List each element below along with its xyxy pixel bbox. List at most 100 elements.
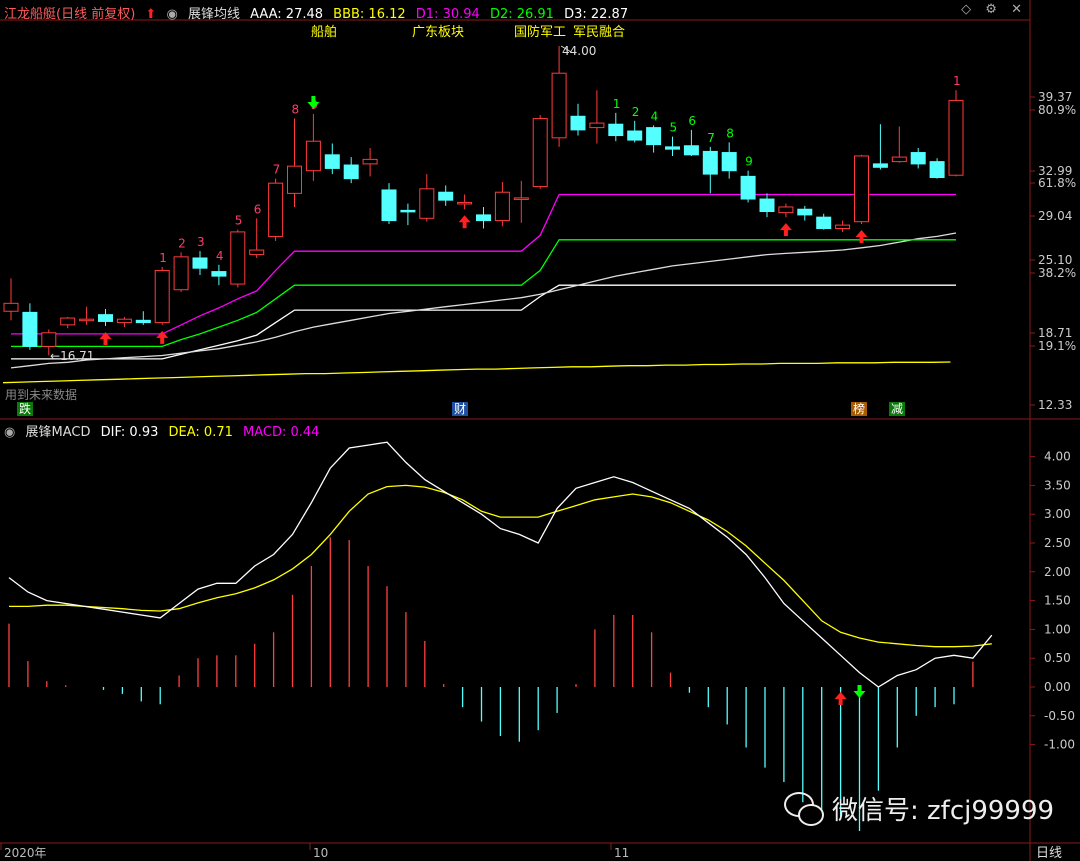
sector-label-guangdong[interactable]: 广东板块: [410, 26, 466, 40]
candle-body: [740, 175, 756, 200]
candle-body: [778, 206, 794, 214]
macd-tick-label: -1.00: [1044, 738, 1075, 752]
sequence-number: 4: [216, 249, 224, 263]
badge-jian[interactable]: 减: [889, 402, 906, 416]
candle-body: [835, 224, 851, 230]
candle-body: [627, 130, 643, 141]
period-label: 日线: [1036, 846, 1062, 861]
close-icon[interactable]: ✕: [1011, 2, 1022, 17]
candle-body: [702, 150, 718, 175]
sequence-number: 8: [726, 126, 734, 140]
price-tick-label: 29.04: [1038, 209, 1072, 223]
sequence-number: 7: [273, 163, 281, 177]
sequence-number: 2: [632, 105, 640, 119]
sequence-number: 1: [159, 251, 167, 265]
candle-body: [665, 146, 680, 150]
sequence-number: 8: [292, 103, 300, 117]
candle-body: [551, 72, 567, 139]
macd-tick-label: 2.50: [1044, 536, 1071, 550]
sequence-number: 3: [197, 235, 205, 249]
diamond-icon[interactable]: ◇: [961, 2, 971, 17]
watermark-text: 微信号: zfcj99999: [832, 796, 1055, 826]
sector-label-civil-military[interactable]: 军民融合: [571, 26, 627, 40]
sequence-number: 1: [953, 74, 961, 88]
macd-tick-label: 3.50: [1044, 478, 1071, 492]
candle-body: [948, 99, 964, 176]
candle-body: [494, 191, 510, 222]
param-bbb: BBB: 16.12: [333, 7, 406, 22]
candle-body: [646, 127, 662, 146]
sequence-number: 6: [254, 202, 262, 216]
candle-body: [532, 118, 548, 188]
candle-body: [324, 154, 340, 169]
sector-label-defense[interactable]: 国防军工: [512, 26, 568, 40]
sequence-number: 1: [613, 97, 621, 111]
candle-body: [154, 269, 170, 324]
badge-die[interactable]: 跌: [17, 402, 34, 416]
sub-header: ◉ 展锋MACD DIF: 0.93 DEA: 0.71 MACD: 0.44: [4, 421, 325, 440]
param-dea: DEA: 0.71: [168, 425, 233, 440]
price-tick-label: 61.8%: [1038, 176, 1076, 190]
param-d3: D3: 22.87: [564, 7, 629, 22]
badge-bang[interactable]: 榜: [851, 402, 868, 416]
high-price-value: 44.00: [562, 44, 597, 58]
candle-body: [3, 302, 19, 312]
sub-settings-icon[interactable]: ◉: [4, 425, 15, 440]
price-tick-label: 25.10: [1038, 253, 1072, 267]
candle-body: [98, 314, 113, 322]
sequence-number: 5: [235, 214, 243, 228]
candle-body: [173, 256, 189, 291]
indicator-settings-icon[interactable]: ◉: [166, 7, 177, 22]
macd-tick-label: 1.00: [1044, 622, 1071, 636]
time-tick-label: 10: [313, 846, 328, 860]
macd-tick-label: 2.00: [1044, 565, 1071, 579]
price-tick-label: 18.71: [1038, 326, 1072, 340]
future-data-note: 用到未来数据: [5, 388, 78, 402]
candle-body: [79, 318, 95, 322]
high-price-label: 44.00: [560, 44, 598, 58]
sequence-number: 7: [707, 131, 715, 145]
time-tick-label: 2020年: [4, 846, 47, 860]
candle-body: [683, 145, 699, 156]
candle-body: [589, 122, 605, 129]
macd-tick-label: 0.00: [1044, 680, 1071, 694]
price-tick-label: 80.9%: [1038, 103, 1076, 117]
candle-body: [797, 208, 813, 216]
indicator-name[interactable]: 展锋均线: [188, 7, 240, 22]
candle-body: [362, 158, 378, 165]
sequence-number: 5: [670, 121, 678, 135]
wechat-icon: [784, 791, 824, 826]
candle-body: [438, 191, 454, 201]
stock-name[interactable]: 江龙船艇(日线 前复权): [4, 7, 135, 22]
candle-body: [400, 209, 416, 213]
candle-body: [343, 164, 359, 180]
candle-body: [929, 161, 945, 178]
candle-body: [287, 165, 302, 194]
time-tick-label: 11: [614, 846, 629, 860]
watermark: 微信号: zfcj99999: [784, 790, 1054, 827]
param-d2: D2: 26.91: [489, 7, 554, 22]
candle-body: [721, 152, 737, 172]
candle-body: [249, 249, 265, 256]
candle-body: [570, 115, 586, 131]
price-tick-label: 19.1%: [1038, 339, 1076, 353]
candle-body: [854, 155, 869, 223]
sequence-number: 2: [178, 236, 186, 250]
up-arrow-icon: ⬆: [145, 7, 157, 22]
panel-controls: ◇ ⚙ ✕: [951, 2, 1022, 17]
sector-label-ship[interactable]: 船舶: [309, 26, 339, 40]
settings-icon[interactable]: ⚙: [985, 2, 997, 17]
badge-cai[interactable]: 财: [452, 402, 469, 416]
sequence-number: 4: [651, 109, 659, 123]
macd-tick-label: 4.00: [1044, 450, 1071, 464]
price-tick-label: 38.2%: [1038, 266, 1076, 280]
candle-body: [192, 257, 208, 269]
candle-body: [891, 156, 907, 163]
macd-tick-label: -0.50: [1044, 709, 1075, 723]
candle-body: [41, 332, 57, 347]
candle-body: [476, 214, 491, 222]
main-header: 江龙船艇(日线 前复权) ⬆ ◉ 展锋均线 AAA: 27.48 BBB: 16…: [4, 3, 634, 22]
candle-body: [60, 317, 76, 326]
sub-indicator-name[interactable]: 展锋MACD: [25, 425, 90, 440]
candle-body: [22, 311, 38, 347]
